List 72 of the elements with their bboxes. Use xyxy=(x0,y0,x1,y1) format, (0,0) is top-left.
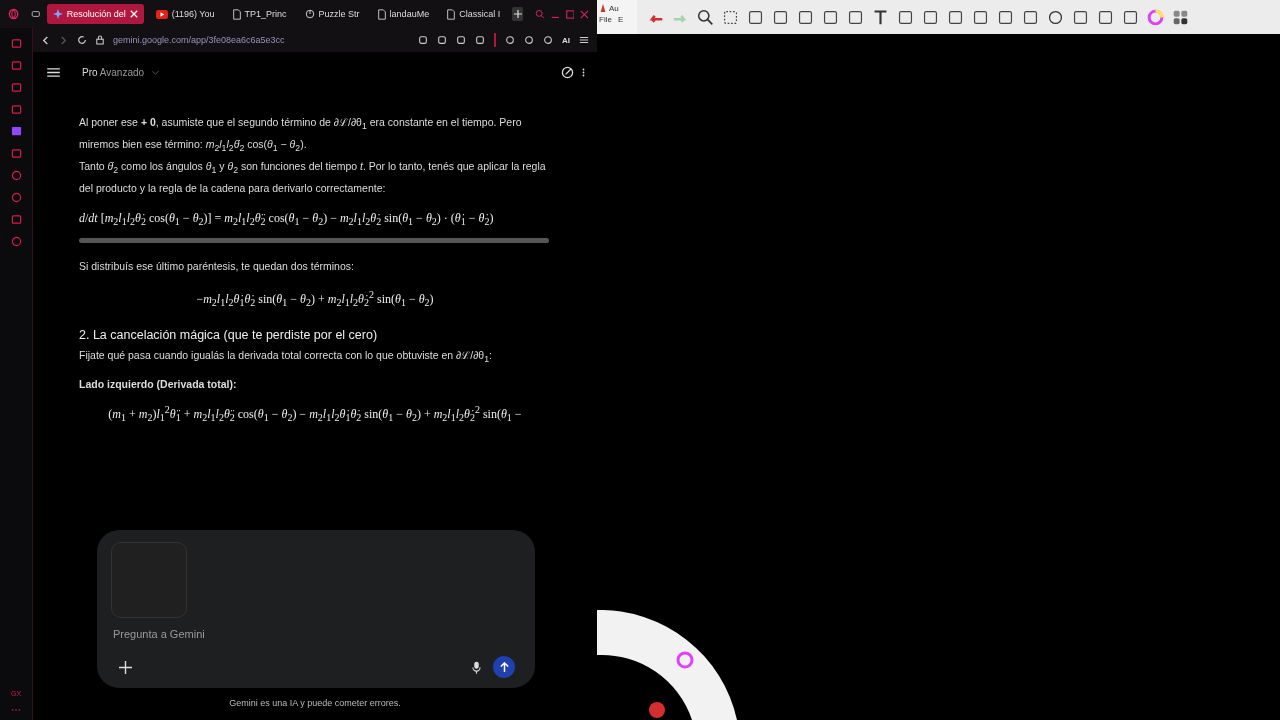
app-logo-icon xyxy=(599,3,607,13)
gamepad-icon[interactable] xyxy=(31,8,41,20)
close-icon[interactable] xyxy=(580,8,589,20)
section-heading: 2. La cancelación mágica (que te perdiste por el cero) xyxy=(79,328,379,343)
sidebar-app-icon[interactable] xyxy=(10,60,22,71)
prompt-input[interactable]: Pregunta a Gemini xyxy=(111,624,521,644)
tool-icon[interactable] xyxy=(972,8,989,26)
sparkle-icon xyxy=(52,9,63,19)
paragraph: Si distribuís ese último paréntesis, te quedan dos términos: xyxy=(79,258,355,274)
search-icon[interactable] xyxy=(697,8,714,26)
menu-icon[interactable] xyxy=(47,68,60,77)
maximize-icon[interactable] xyxy=(565,8,575,20)
tool-icon[interactable] xyxy=(1122,8,1139,26)
sidebar-app-icon[interactable] xyxy=(10,82,22,93)
tool-icon[interactable] xyxy=(797,8,814,26)
math-equation: (m$_{1}$ + m$_{2}$)l$_{1}$$^{2}$θ̈$_{1}$ + m$_{2}$l$_{1}$l$_{2}$θ̈$_{2}$ cos(θ$_{1}$ − θ$_{2}$) − m$_{2}$l$_{1}$l$_{2}$θ̇$_{1}$θ̇$_{2}$ sin(θ$_{1}$ − θ$_{2}$) + m$_{2}$l$_{1}$l$_{2}$θ̇$_{2}$$^{2}$ sin(θ$_{1}$ − xyxy=(108,404,522,424)
reload-icon[interactable] xyxy=(77,35,87,45)
tool-icon[interactable] xyxy=(1097,8,1114,26)
browser-tab[interactable]: Resolución del xyxy=(46,4,144,24)
sidebar-app-icon[interactable] xyxy=(10,214,22,225)
paragraph: Al poner ese + 0, asumiste que el segundo término de ∂ℒ/∂θ$_{1}$ era constante en el tiempo. Pero miremos bien ese término: m$_{2}$l$_{1}$l$_{2}$θ̇$_{2}$ cos(θ$_{1}$ − θ$_{2}$). Tanto θ̇$_{2}$ como los ángulos θ$_{1}$ y θ$_{2}$ son funciones del tiempo t. Por lo tanto, tenés que aplicar la regla del producto y la regla de la cadena para derivarlo correctamente: xyxy=(79,115,547,197)
browser-tab[interactable]: TP1_Princ xyxy=(226,4,293,24)
pie-icon xyxy=(304,9,315,19)
more-icon[interactable] xyxy=(582,67,585,78)
microphone-icon[interactable] xyxy=(472,660,481,674)
browser-tab[interactable]: (1196) You xyxy=(149,4,221,24)
url-text[interactable]: gemini.google.com/app/3fe08ea6c6a5e3cc xyxy=(113,35,285,45)
circle-icon[interactable] xyxy=(1047,8,1064,26)
grid-icon[interactable] xyxy=(1172,8,1189,26)
edit-icon[interactable] xyxy=(561,66,574,79)
tool-icon[interactable] xyxy=(847,8,864,26)
tool-icon[interactable] xyxy=(997,8,1014,26)
paragraph: Fijate qué pasa cuando igualás la derivada total correcta con lo que obtuviste en ∂ℒ/∂θ$_{1}$: xyxy=(79,348,493,367)
disclaimer-text: Gemini es una IA y puede cometer errores. xyxy=(228,698,402,708)
browser-tab[interactable]: Puzzle Str xyxy=(298,4,366,24)
menu-item[interactable]: File xyxy=(599,15,612,24)
browser-tab[interactable]: Classical I xyxy=(441,4,507,24)
radial-menu-drawing[interactable] xyxy=(597,610,737,720)
math-equation: d/dt [m$_{2}$l$_{1}$l$_{2}$θ̇$_{2}$ cos(θ$_{1}$ − θ$_{2}$)] = m$_{2}$l$_{1}$l$_{2}$θ̈$_{2}$ cos(θ$_{1}$ − θ$_{2}$) − m$_{2}$l$_{1}$l$_{2}$θ̇$_{2}$ sin(θ$_{1}$ − θ$_{2}$) · (θ̇$_{1}$ − θ̇$_{2}$) xyxy=(79,211,494,228)
browser-logo-icon[interactable] xyxy=(8,7,20,21)
menu-item[interactable]: E xyxy=(617,15,624,24)
math-equation: −m$_{2}$l$_{1}$l$_{2}$θ̇$_{1}$θ̇$_{2}$ sin(θ$_{1}$ − θ$_{2}$) + m$_{2}$l$_{1}$l$_{2}$θ̇$_{2}$$^{2}$ sin(θ$_{1}$ − θ$_{2}$) xyxy=(196,288,434,309)
forward-icon[interactable] xyxy=(59,35,68,45)
tool-icon[interactable] xyxy=(822,8,839,26)
tool-icon[interactable] xyxy=(872,8,889,26)
tool-icon[interactable] xyxy=(947,8,964,26)
sidebar-app-icon[interactable] xyxy=(10,170,22,181)
plus-icon[interactable] xyxy=(119,660,132,674)
color-wheel-icon[interactable] xyxy=(1147,8,1164,26)
document-icon xyxy=(232,8,241,20)
browser-tab[interactable]: landauMe xyxy=(371,4,436,24)
tool-icon[interactable] xyxy=(922,8,939,26)
tool-icon[interactable] xyxy=(722,8,739,26)
document-icon xyxy=(447,8,456,20)
scrollbar[interactable] xyxy=(79,237,549,243)
send-button[interactable] xyxy=(493,656,515,678)
new-tab-button[interactable] xyxy=(512,7,524,21)
menu-icon[interactable] xyxy=(579,35,589,45)
model-selector[interactable]: Pro Avanzado xyxy=(82,67,145,78)
label-text: Lado izquierdo (Derivada total): xyxy=(79,378,238,391)
tool-icon[interactable] xyxy=(1022,8,1039,26)
sidebar-app-icon[interactable] xyxy=(10,38,22,49)
sidebar-app-icon[interactable] xyxy=(10,104,22,115)
document-icon xyxy=(377,8,386,20)
tool-icon[interactable] xyxy=(747,8,764,26)
arrow-up-icon xyxy=(498,661,510,673)
ai-button[interactable]: AI xyxy=(562,35,570,45)
window-title: Au xyxy=(609,3,619,13)
play-icon xyxy=(155,9,168,19)
tool-icon[interactable] xyxy=(1072,8,1089,26)
lock-icon xyxy=(96,35,104,45)
back-icon[interactable] xyxy=(41,35,50,45)
